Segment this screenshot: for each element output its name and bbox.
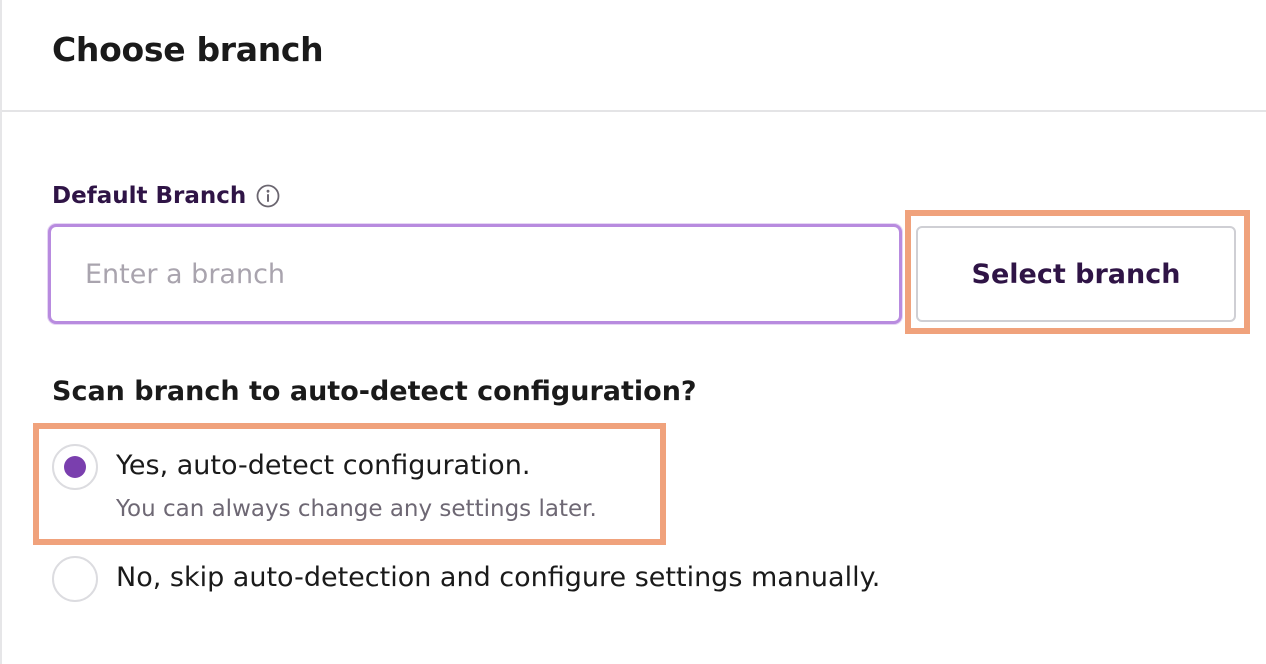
panel-header: Choose branch <box>2 0 1266 112</box>
option-yes-sublabel: You can always change any settings later… <box>116 496 597 522</box>
option-no-label[interactable]: No, skip auto-detection and configure se… <box>116 562 880 593</box>
scan-question-label: Scan branch to auto-detect configuration… <box>52 376 697 407</box>
select-branch-button[interactable]: Select branch <box>916 226 1236 322</box>
branch-input[interactable] <box>48 224 902 324</box>
page-title: Choose branch <box>52 30 324 69</box>
auto-detect-option-highlight <box>33 423 666 545</box>
radio-auto-detect-yes[interactable] <box>52 444 98 490</box>
option-yes-label[interactable]: Yes, auto-detect configuration. <box>116 450 530 481</box>
default-branch-label-text: Default Branch <box>52 183 247 209</box>
info-circle-icon[interactable] <box>256 184 280 208</box>
radio-auto-detect-no[interactable] <box>52 556 98 602</box>
choose-branch-panel: Choose branch Default Branch Select bran… <box>0 0 1266 664</box>
default-branch-label: Default Branch <box>52 183 280 209</box>
